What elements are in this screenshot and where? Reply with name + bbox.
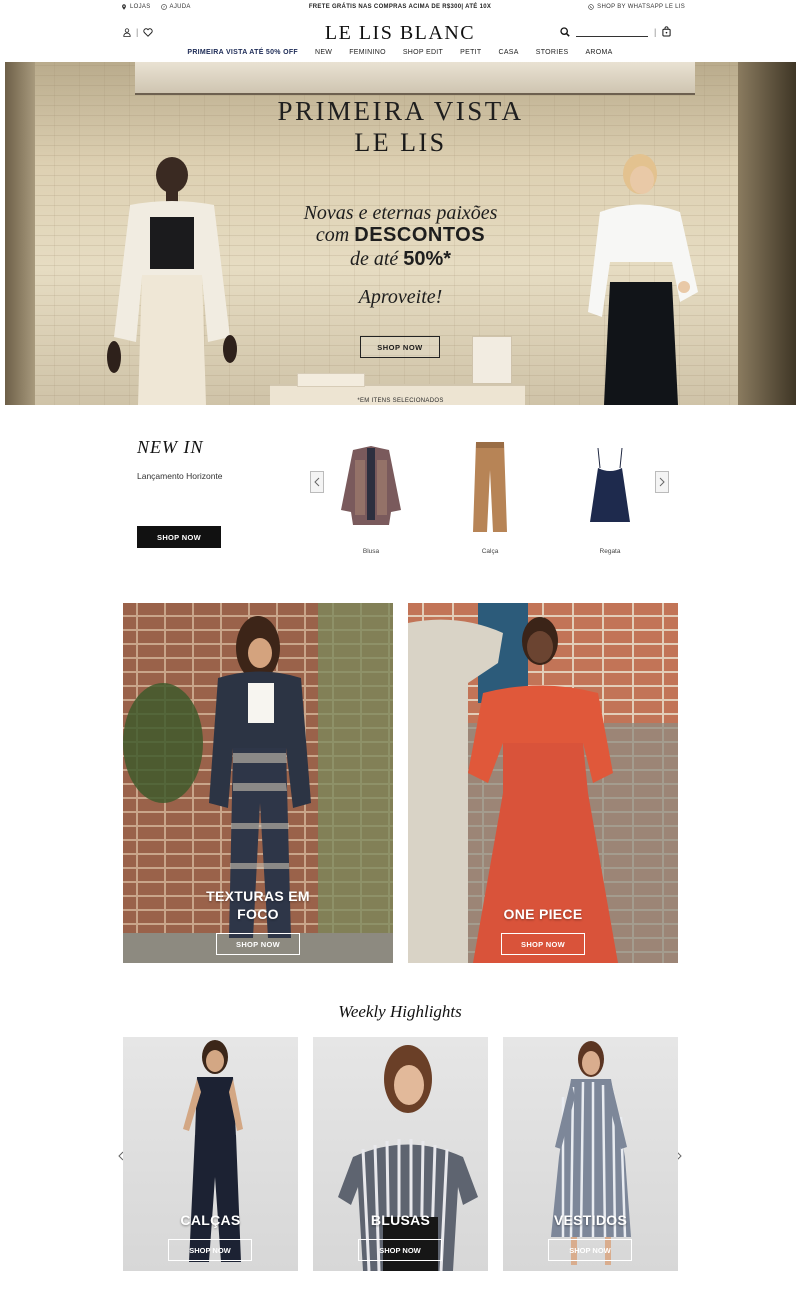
weekly-shop-now-button[interactable]: SHOP NOW (358, 1239, 442, 1261)
hero-copy-line3: de até 50%* (5, 248, 796, 271)
product-card[interactable]: Calça (450, 440, 530, 555)
search-input[interactable] (576, 27, 648, 37)
hero-copy-line2: com DESCONTOS (5, 224, 796, 247)
weekly-highlights-title: Weekly Highlights (338, 1002, 462, 1021)
weekly-card-vestidos[interactable]: VESTIDOS SHOP NOW (503, 1037, 678, 1271)
hero-copy-line3-prefix: de até (349, 248, 404, 270)
weekly-image-blusas (338, 1045, 478, 1271)
campaign-tile-one-piece[interactable]: ONE PIECE SHOP NOW (408, 603, 678, 963)
campaign-tile-texturas[interactable]: TEXTURAS EM FOCO SHOP NOW (123, 603, 393, 963)
hero-banner[interactable]: PRIMEIRA VISTA LE LIS Novas e eternas pa… (5, 62, 796, 405)
campaign-title: TEXTURAS EM FOCO (123, 887, 393, 923)
main-nav: PRIMEIRA VISTA ATÉ 50% OFF NEW FEMININO … (0, 49, 800, 56)
weekly-image-calcas (183, 1040, 243, 1262)
campaign-shop-now-button[interactable]: SHOP NOW (216, 933, 300, 955)
carousel-next-button[interactable] (655, 471, 669, 493)
search-icon[interactable] (560, 26, 570, 37)
weekly-card-title: BLUSAS (370, 1212, 431, 1228)
weekly-image-vestidos (551, 1041, 631, 1265)
whatsapp-icon (588, 4, 594, 10)
new-in-subtitle: Lançamento Horizonte (137, 471, 223, 481)
chevron-left-icon (314, 477, 320, 487)
svg-text:?: ? (162, 5, 164, 9)
top-bar: LOJAS ? AJUDA FRETE GRÁTIS NAS COMPRAS A… (0, 0, 800, 16)
hero-shop-now-button[interactable]: SHOP NOW (360, 336, 440, 358)
brand-logo[interactable]: LE LIS BLANC (0, 22, 800, 45)
help-circle-icon: ? (160, 4, 167, 10)
location-pin-icon (122, 4, 126, 10)
campaign-title-line1: TEXTURAS EM (206, 888, 310, 904)
weekly-shop-now-button[interactable]: SHOP NOW (168, 1239, 252, 1261)
hero-copy-line4: Aproveite! (358, 286, 443, 308)
hero-copy-line1: Novas e eternas paixões (303, 202, 498, 224)
campaign-shop-now-button[interactable]: SHOP NOW (501, 933, 585, 955)
product-label: Regata (599, 548, 621, 555)
weekly-card-title: VESTIDOS (553, 1212, 628, 1228)
new-in-shop-now-button[interactable]: SHOP NOW (137, 526, 221, 548)
nav-item-aroma[interactable]: AROMA (585, 49, 612, 56)
product-image-calca (473, 442, 507, 532)
weekly-card-calcas[interactable]: CALÇAS SHOP NOW (123, 1037, 298, 1271)
top-bar-links: LOJAS ? AJUDA (121, 4, 191, 10)
new-in-title: NEW IN (137, 437, 204, 457)
nav-item-feminino[interactable]: FEMININO (349, 49, 386, 56)
product-image-blusa (341, 446, 401, 525)
weekly-card-blusas[interactable]: BLUSAS SHOP NOW (313, 1037, 488, 1271)
product-card[interactable]: Regata (570, 440, 650, 555)
nav-item-petit[interactable]: PETIT (460, 49, 481, 56)
weekly-card-title: CALÇAS (180, 1212, 241, 1228)
shopping-bag-icon[interactable] (662, 26, 671, 37)
campaign-title-line2: FOCO (237, 906, 279, 922)
nav-item-new[interactable]: NEW (315, 49, 332, 56)
hero-ceiling (135, 62, 695, 95)
hero-discount-percent: 50%* (403, 248, 452, 270)
nav-item-primeira-vista[interactable]: PRIMEIRA VISTA ATÉ 50% OFF (187, 49, 298, 56)
campaign-title-line1: ONE PIECE (503, 906, 583, 922)
carousel-prev-button[interactable] (310, 471, 324, 493)
campaign-title: ONE PIECE (408, 905, 678, 923)
stores-link[interactable]: LOJAS (121, 4, 151, 10)
header-tools: | (560, 26, 671, 37)
product-label: Calça (481, 548, 499, 555)
stores-label: LOJAS (130, 4, 151, 10)
weekly-shop-now-button[interactable]: SHOP NOW (548, 1239, 632, 1261)
hero-model-right-image (588, 154, 698, 405)
nav-item-stories[interactable]: STORIES (536, 49, 569, 56)
hero-title-line2: LE LIS (354, 128, 447, 157)
product-image-regata (590, 447, 630, 522)
nav-item-casa[interactable]: CASA (498, 49, 518, 56)
hero-copy-line2-prefix: com (315, 224, 355, 246)
product-card[interactable]: Blusa (331, 440, 411, 555)
whatsapp-label: SHOP BY WHATSAPP LE LIS (597, 4, 685, 10)
chevron-right-icon (659, 477, 665, 487)
help-link[interactable]: ? AJUDA (160, 4, 191, 10)
hero-title-line1: PRIMEIRA VISTA (277, 96, 524, 126)
header: | LE LIS BLANC | PRIMEIRA VISTA ATÉ 50% … (0, 16, 800, 62)
hero-picture-frame (472, 336, 512, 384)
hero-model-left-image (107, 157, 237, 405)
hero-decor-box (297, 373, 365, 387)
hero-discount-word: DESCONTOS (354, 224, 486, 246)
help-label: AJUDA (169, 4, 191, 10)
product-label: Blusa (362, 548, 380, 555)
nav-item-shop-edit[interactable]: SHOP EDIT (403, 49, 443, 56)
header-separator: | (654, 26, 657, 37)
whatsapp-link[interactable]: SHOP BY WHATSAPP LE LIS (588, 4, 685, 10)
hero-footnote: *EM ITENS SELECIONADOS (357, 398, 444, 404)
